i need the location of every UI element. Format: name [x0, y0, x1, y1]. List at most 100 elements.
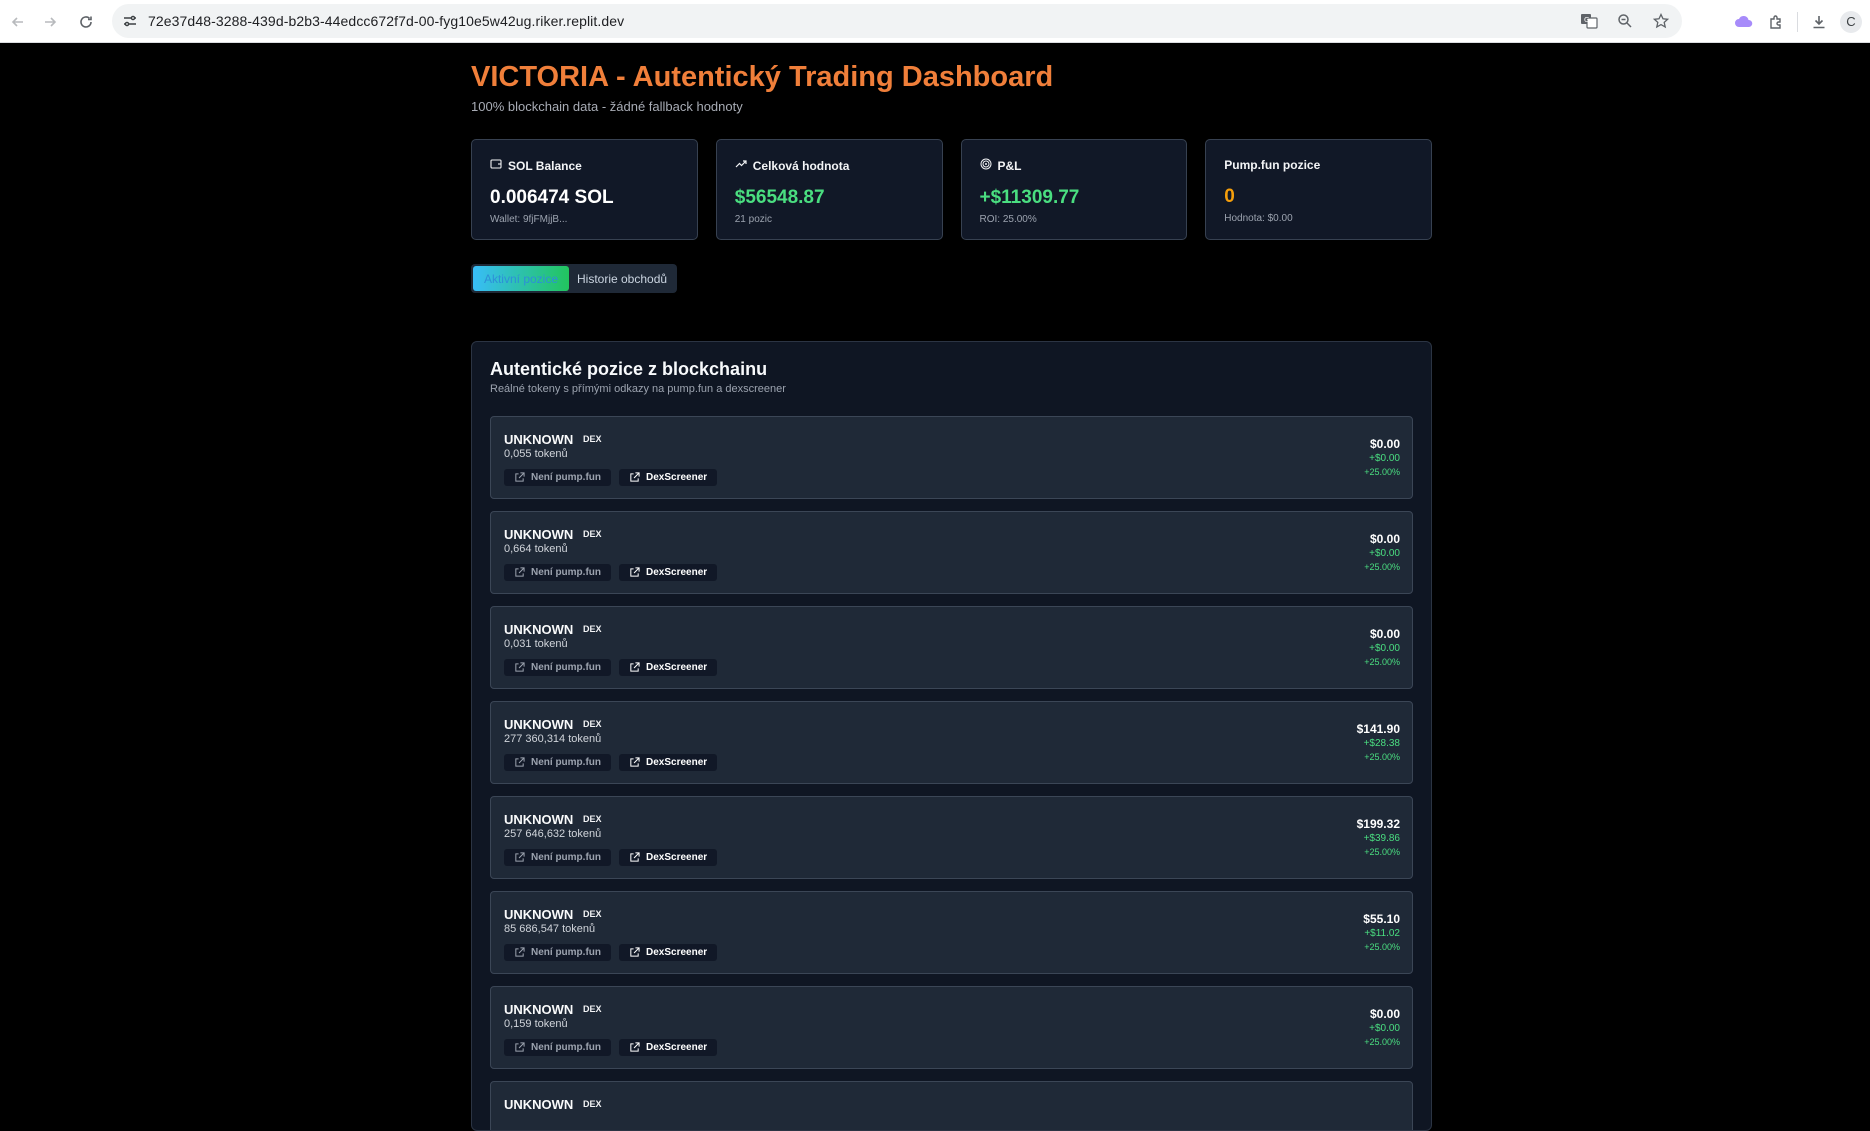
position-pnl: +$11.02 — [1364, 928, 1400, 939]
stat-value: 0 — [1224, 186, 1235, 207]
pumpfun-link-button[interactable]: Není pump.fun — [504, 849, 611, 866]
link-buttons: Není pump.fun DexScreener — [504, 944, 718, 961]
stat-label: SOL Balance — [508, 158, 582, 173]
positions-panel: Autentické pozice z blockchainu Reálné t… — [471, 341, 1432, 1131]
position-value: $55.10 — [1363, 912, 1400, 926]
position-pnl-percent: +25.00% — [1364, 467, 1400, 477]
pumpfun-link-label: Není pump.fun — [531, 947, 601, 958]
position-pnl-percent: +25.00% — [1364, 562, 1400, 572]
position-values: $0.00 +$0.00 +25.00% — [1364, 532, 1400, 572]
position-values: $0.00 +$0.00 +25.00% — [1364, 627, 1400, 667]
stat-subtext: 21 pozic — [734, 214, 772, 225]
dexscreener-link-button[interactable]: DexScreener — [619, 1039, 718, 1056]
bookmark-star-icon[interactable] — [1650, 10, 1672, 32]
dexscreener-link-label: DexScreener — [646, 1042, 708, 1053]
tab-active-positions[interactable]: Aktivní pozice — [473, 266, 569, 291]
translate-icon[interactable]: G — [1578, 10, 1600, 32]
pumpfun-link-label: Není pump.fun — [531, 852, 601, 863]
external-link-icon — [515, 567, 525, 577]
zoom-icon[interactable] — [1614, 10, 1636, 32]
stat-card-sol-balance: SOL Balance 0.006474 SOL Wallet: 9fjFMjj… — [471, 139, 698, 240]
pumpfun-link-button[interactable]: Není pump.fun — [504, 1039, 611, 1056]
external-link-icon — [630, 1042, 640, 1052]
tab-trade-history[interactable]: Historie obchodů — [569, 266, 675, 291]
token-amount: 257 646,632 tokenů — [504, 828, 602, 840]
stat-label: P&L — [997, 158, 1022, 173]
forward-arrow-icon[interactable] — [32, 4, 68, 40]
token-symbol: UNKNOWN — [504, 622, 574, 637]
dexscreener-link-button[interactable]: DexScreener — [619, 944, 718, 961]
token-symbol: UNKNOWN — [504, 1002, 574, 1017]
token-amount: 0,664 tokenů — [504, 543, 568, 555]
position-pnl-percent: +25.00% — [1364, 752, 1400, 762]
back-arrow-icon[interactable] — [0, 4, 36, 40]
reload-icon[interactable] — [68, 4, 104, 40]
stat-value: +$11309.77 — [979, 187, 1080, 208]
positions-list: UNKNOWN DEX 0,055 tokenů Není pump.fun D… — [490, 416, 1413, 1130]
position-pnl-percent: +25.00% — [1364, 657, 1400, 667]
dexscreener-link-button[interactable]: DexScreener — [619, 564, 718, 581]
pumpfun-link-button[interactable]: Není pump.fun — [504, 944, 611, 961]
external-link-icon — [515, 947, 525, 957]
position-pnl: +$0.00 — [1369, 1023, 1400, 1034]
dexscreener-link-button[interactable]: DexScreener — [619, 469, 718, 486]
dexscreener-link-label: DexScreener — [646, 947, 708, 958]
stat-card-total-value: Celková hodnota $56548.87 21 pozic — [715, 139, 943, 240]
position-row: UNKNOWN DEX — [490, 1081, 1413, 1130]
dexscreener-link-button[interactable]: DexScreener — [619, 754, 718, 771]
dex-badge: DEX — [583, 814, 602, 824]
token-symbol: UNKNOWN — [504, 1097, 574, 1112]
site-settings-icon[interactable] — [112, 13, 148, 29]
position-pnl: +$0.00 — [1369, 453, 1400, 464]
dex-badge: DEX — [583, 434, 602, 444]
pumpfun-link-button[interactable]: Není pump.fun — [504, 754, 611, 771]
link-buttons: Není pump.fun DexScreener — [504, 564, 718, 581]
extensions-puzzle-icon[interactable] — [1765, 11, 1787, 33]
pumpfun-link-label: Není pump.fun — [531, 757, 601, 768]
stat-subtext: ROI: 25.00% — [979, 214, 1037, 225]
position-values: $199.32 +$39.86 +25.00% — [1357, 817, 1400, 857]
pumpfun-link-button[interactable]: Není pump.fun — [504, 659, 611, 676]
position-pnl-percent: +25.00% — [1364, 1037, 1400, 1047]
link-buttons: Není pump.fun DexScreener — [504, 659, 718, 676]
dexscreener-link-button[interactable]: DexScreener — [619, 849, 718, 866]
pumpfun-link-label: Není pump.fun — [531, 1042, 601, 1053]
token-symbol: UNKNOWN — [504, 527, 574, 542]
position-value: $141.90 — [1356, 722, 1400, 736]
position-value: $0.00 — [1369, 1007, 1400, 1021]
link-buttons: Není pump.fun DexScreener — [504, 849, 718, 866]
pumpfun-link-button[interactable]: Není pump.fun — [504, 564, 611, 581]
address-bar[interactable]: 72e37d48-3288-439d-b2b3-44edcc672f7d-00-… — [112, 4, 1682, 38]
token-amount: 0,031 tokenů — [504, 638, 568, 650]
download-icon[interactable] — [1808, 11, 1830, 33]
extension-cloud-icon[interactable] — [1733, 11, 1755, 33]
dexscreener-link-label: DexScreener — [646, 472, 708, 483]
dex-badge: DEX — [583, 909, 602, 919]
pumpfun-link-button[interactable]: Není pump.fun — [504, 469, 611, 486]
panel-title: Autentické pozice z blockchainu — [490, 359, 768, 379]
page: VICTORIA - Autentický Trading Dashboard … — [0, 43, 1870, 1131]
stat-value: $56548.87 — [734, 187, 825, 208]
dex-badge: DEX — [583, 1099, 602, 1109]
position-pnl: +$0.00 — [1369, 548, 1400, 559]
dexscreener-link-label: DexScreener — [646, 852, 708, 863]
stat-card-pnl: P&L +$11309.77 ROI: 25.00% — [960, 139, 1188, 240]
token-symbol: UNKNOWN — [504, 907, 574, 922]
position-row: UNKNOWN DEX 0,159 tokenů Není pump.fun D… — [490, 986, 1413, 1069]
dex-badge: DEX — [583, 529, 602, 539]
page-subtitle: 100% blockchain data - žádné fallback ho… — [471, 99, 743, 114]
token-amount: 0,159 tokenů — [504, 1018, 568, 1030]
stat-subtext: Hodnota: $0.00 — [1224, 213, 1293, 224]
pumpfun-link-label: Není pump.fun — [531, 472, 601, 483]
profile-avatar[interactable]: C — [1840, 10, 1862, 33]
trending-up-icon — [735, 158, 747, 173]
token-symbol: UNKNOWN — [504, 717, 574, 732]
token-amount: 277 360,314 tokenů — [504, 733, 602, 745]
position-pnl-percent: +25.00% — [1364, 942, 1400, 952]
dexscreener-link-button[interactable]: DexScreener — [619, 659, 718, 676]
position-row: UNKNOWN DEX 277 360,314 tokenů Není pump… — [490, 701, 1413, 784]
external-link-icon — [630, 947, 640, 957]
tab-bar: Aktivní pozice Historie obchodů — [471, 264, 678, 293]
position-values: $0.00 +$0.00 +25.00% — [1364, 1007, 1400, 1047]
dexscreener-link-label: DexScreener — [646, 567, 708, 578]
